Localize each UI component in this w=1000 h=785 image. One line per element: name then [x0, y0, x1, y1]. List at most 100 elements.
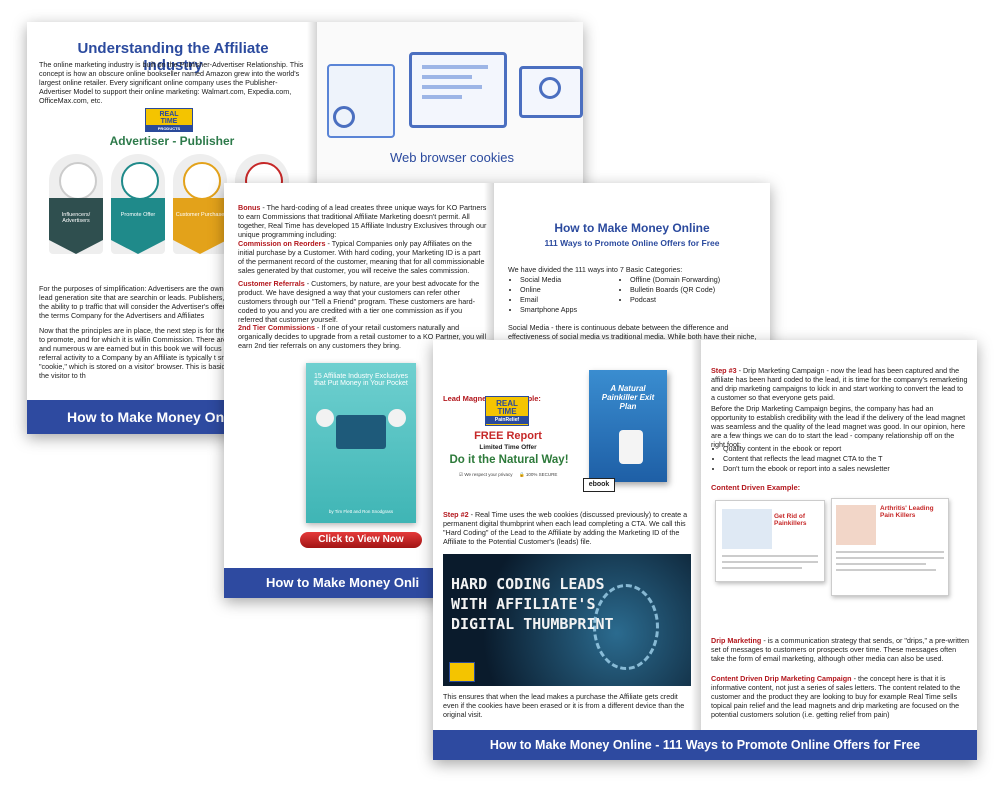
text-line	[722, 561, 818, 563]
article-image	[722, 509, 772, 549]
code-line	[422, 65, 488, 69]
diagram-title: Advertiser - Publisher	[109, 134, 235, 148]
real-time-logo	[449, 662, 475, 682]
article-thumb-2: Arthritis' Leading Pain Killers	[831, 498, 949, 596]
thumbprint-caption: HARD CODING LEADS WITH AFFILIATE'S DIGIT…	[451, 575, 614, 633]
logo-line-2: TIME	[497, 407, 517, 416]
secure-text: 100% SECURE	[525, 472, 558, 477]
thumbprint-image: HARD CODING LEADS WITH AFFILIATE'S DIGIT…	[443, 554, 691, 686]
category-item: Bulletin Boards (QR Code)	[630, 285, 770, 295]
ebook-badge: ebook	[583, 478, 615, 492]
arrow-label: Influencers/ Advertisers	[61, 212, 91, 224]
category-item: Social Media	[520, 275, 630, 285]
right-subtitle: 111 Ways to Promote Online Offers for Fr…	[544, 238, 720, 248]
arrow-stage-3: Customer Purchase	[173, 154, 227, 254]
text-line	[836, 557, 944, 559]
free-report-heading: FREE Report	[474, 430, 542, 442]
spread1-intro: The online marketing industry is built o…	[39, 60, 304, 105]
limited-offer-text: Limited Time Offer	[479, 444, 537, 451]
cddm-label: Content Driven Drip Marketing Campaign	[711, 674, 852, 683]
book-spread-3: Lead Magnet CTA Example: REAL TIME PainR…	[433, 340, 977, 760]
laptop-check-icon	[519, 66, 583, 118]
step3-label: Step #3	[711, 366, 737, 375]
folder-gear-icon	[327, 64, 395, 138]
step2-paragraph: Step #2 - Real Time uses the web cookies…	[443, 510, 693, 546]
code-line	[422, 75, 472, 79]
article-title: Arthritis' Leading Pain Killers	[880, 505, 934, 519]
gear-icon	[333, 106, 355, 128]
tier-label: 2nd Tier Commissions	[238, 323, 315, 332]
article-title: Get Rid of Painkillers	[774, 513, 807, 527]
text-line	[722, 567, 802, 569]
cddm-paragraph: Content Driven Drip Marketing Campaign -…	[711, 674, 969, 719]
step2-label: Step #2	[443, 510, 469, 519]
pill-bottle-icon	[619, 430, 643, 464]
logo-line-3: PRODUCTS	[146, 125, 192, 132]
step3-text: - Drip Marketing Campaign - now the lead…	[711, 366, 968, 402]
arrow-label: Promote Offer	[120, 212, 156, 218]
logo-line-3: PainRelief	[486, 416, 528, 424]
categories-intro: We have divided the 111 ways into 7 Basi…	[508, 265, 683, 274]
logo-line-2: TIME	[160, 118, 178, 125]
bullet-item: Content that reflects the lead magnet CT…	[723, 454, 973, 464]
arrow-stage-1: Influencers/ Advertisers	[49, 154, 103, 254]
arrow-shape	[111, 198, 165, 254]
category-item: Smartphone Apps	[520, 305, 630, 315]
privacy-badge: ☑ We respect your privacy	[459, 472, 513, 478]
avatar-icon	[316, 409, 334, 427]
natural-way-heading: Do it the Natural Way!	[449, 454, 569, 466]
drip-label: Drip Marketing	[711, 636, 762, 645]
commission-label: Commission on Reorders	[238, 239, 326, 248]
referrals-paragraph: Customer Referrals - Customers, by natur…	[238, 279, 488, 324]
ebook-cover-authors: by Tim Flett and Ron Snodgrass	[328, 509, 394, 514]
category-item: Podcast	[630, 295, 770, 305]
avatar-icon	[388, 409, 406, 427]
text-line	[722, 555, 818, 557]
ebook-cover: A Natural Painkiller Exit Plan	[589, 370, 667, 482]
category-item: Online	[520, 285, 630, 295]
cookies-caption: Web browser cookies	[389, 150, 515, 165]
target-icon	[183, 162, 221, 200]
drip-paragraph: Drip Marketing - is a communication stra…	[711, 636, 969, 663]
arrow-stage-2: Promote Offer	[111, 154, 165, 254]
code-line	[422, 95, 462, 99]
spread3-left-page: Lead Magnet CTA Example: REAL TIME PainR…	[433, 340, 701, 760]
lock-icon: 🔒	[519, 472, 525, 477]
step3-paragraph: Step #3 - Drip Marketing Campaign - now …	[711, 366, 969, 402]
click-to-view-button[interactable]: Click to View Now	[300, 532, 422, 548]
text-line	[836, 563, 926, 565]
category-item: Offline (Domain Forwarding)	[630, 275, 770, 285]
text-line	[836, 551, 944, 553]
arrow-label: Customer Purchase	[175, 212, 225, 218]
logo-line-1: REAL	[159, 111, 179, 118]
right-title: How to Make Money Online	[554, 221, 710, 235]
referrals-label: Customer Referrals	[238, 279, 305, 288]
bonus-text: - The hard-coding of a lead creates thre…	[238, 203, 487, 239]
text-line	[836, 569, 936, 571]
cookie-illustration	[327, 52, 583, 142]
article-image	[836, 505, 876, 545]
bonus-label: Bonus	[238, 203, 261, 212]
spread3-footer: How to Make Money Online - 111 Ways to P…	[433, 730, 977, 760]
category-item: Email	[520, 295, 630, 305]
arrow-shape	[49, 198, 103, 254]
monitor-icon	[336, 415, 386, 449]
step2-text: - Real Time uses the web cookies (discus…	[443, 510, 688, 546]
spread3-right-page: Step #3 - Drip Marketing Campaign - now …	[701, 340, 977, 760]
categories-col2: Offline (Domain Forwarding) Bulletin Boa…	[618, 275, 770, 305]
lightbulb-icon	[59, 162, 97, 200]
ebook-cover: 15 Affiliate Industry Exclusives that Pu…	[306, 363, 416, 523]
bonus-paragraph: Bonus - The hard-coding of a lead create…	[238, 203, 488, 239]
after-image-text: This ensures that when the lead makes a …	[443, 692, 685, 719]
monitor-icon	[409, 52, 507, 128]
categories-col1: Social Media Online Email Smartphone App…	[508, 275, 630, 315]
code-line	[422, 85, 482, 89]
real-time-logo: REAL TIME PRODUCTS	[145, 108, 193, 132]
bullet-item: Quality content in the ebook or report	[723, 444, 973, 454]
step3-more: Before the Drip Marketing Campaign begin…	[711, 404, 966, 449]
secure-badge: 🔒 100% SECURE	[519, 472, 557, 478]
bullet-item: Don't turn the ebook or report into a sa…	[723, 464, 973, 474]
step3-bullets: Quality content in the ebook or report C…	[711, 444, 973, 474]
commission-paragraph: Commission on Reorders - Typical Compani…	[238, 239, 488, 275]
ebook-title: A Natural Painkiller Exit Plan	[601, 384, 655, 411]
